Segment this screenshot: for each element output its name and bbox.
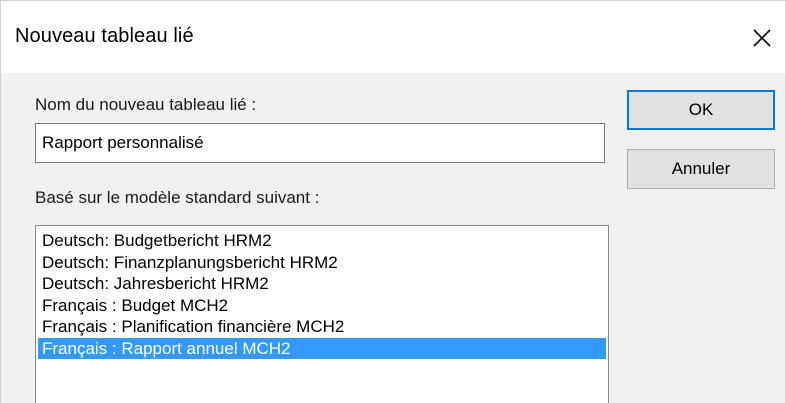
- template-listbox[interactable]: Deutsch: Budgetbericht HRM2 Deutsch: Fin…: [35, 225, 609, 403]
- list-item-selected[interactable]: Français : Rapport annuel MCH2: [38, 337, 606, 359]
- list-item[interactable]: Deutsch: Finanzplanungsbericht HRM2: [38, 252, 606, 274]
- list-item[interactable]: Français : Budget MCH2: [38, 295, 606, 317]
- cancel-button[interactable]: Annuler: [627, 149, 775, 189]
- close-button[interactable]: [739, 15, 785, 61]
- ok-button[interactable]: OK: [627, 90, 775, 130]
- template-label: Basé sur le modèle standard suivant :: [35, 188, 320, 207]
- dialog-window: Nouveau tableau lié Nom du nouveau table…: [0, 0, 786, 403]
- list-item[interactable]: Deutsch: Budgetbericht HRM2: [38, 230, 606, 252]
- list-item[interactable]: Deutsch: Jahresbericht HRM2: [38, 273, 606, 295]
- dialog-title: Nouveau tableau lié: [15, 25, 194, 47]
- title-bar: Nouveau tableau lié: [1, 1, 785, 73]
- list-item[interactable]: Français : Planification financière MCH2: [38, 316, 606, 338]
- close-icon: [753, 29, 771, 47]
- name-input[interactable]: [35, 123, 605, 163]
- name-label: Nom du nouveau tableau lié :: [35, 95, 257, 114]
- dialog-body: Nom du nouveau tableau lié : Basé sur le…: [1, 73, 785, 403]
